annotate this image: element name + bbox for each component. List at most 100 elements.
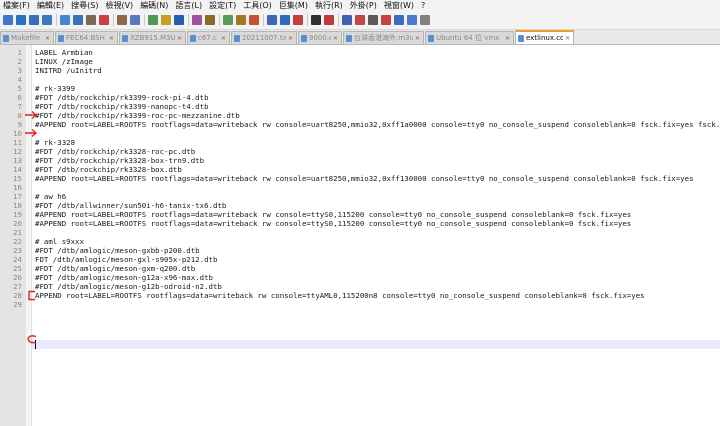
close-icon[interactable]: ✕: [221, 35, 226, 42]
code-line[interactable]: #FDT /dtb/rockchip/rk3328-roc-pc.dtb: [35, 147, 195, 156]
code-line[interactable]: #FDT /dtb/rockchip/rk3328-box-trn9.dtb: [35, 156, 204, 165]
line-number: 23: [13, 246, 22, 255]
menu-item[interactable]: 檔案(F): [0, 0, 34, 11]
toolbar-button[interactable]: [267, 15, 277, 25]
tab[interactable]: FEC64.BSH ✕: [55, 31, 118, 44]
menu-item[interactable]: 外掛(P): [347, 0, 381, 11]
toolbar-button[interactable]: [236, 15, 246, 25]
code-line[interactable]: #APPEND root=LABEL=ROOTFS rootflags=data…: [35, 210, 631, 219]
close-icon[interactable]: ✕: [288, 35, 293, 42]
editor[interactable]: 1 2 3 4 5 6 7 8 9 10 11 12 13 14 15 16 17 18 19 20 21 22 23 24 2…: [0, 45, 720, 426]
tab[interactable]: 20211007.txt ✕: [231, 31, 297, 44]
code-line[interactable]: #APPEND root=LABEL=ROOTFS rootflags=data…: [35, 174, 694, 183]
close-icon[interactable]: ✕: [45, 35, 50, 42]
toolbar-button[interactable]: [60, 15, 70, 25]
toolbar-button[interactable]: [42, 15, 52, 25]
close-icon[interactable]: ✕: [415, 35, 420, 42]
toolbar-button[interactable]: [148, 15, 158, 25]
close-icon[interactable]: ✕: [177, 35, 182, 42]
code-line[interactable]: APPEND root=LABEL=ROOTFS rootflags=data=…: [35, 291, 645, 300]
file-icon: [234, 34, 240, 42]
toolbar-button[interactable]: [86, 15, 96, 25]
menu-item[interactable]: 編輯(E): [34, 0, 68, 11]
toolbar-button[interactable]: [223, 15, 233, 25]
toolbar-button[interactable]: [368, 15, 378, 25]
menu-item[interactable]: 巨集(M): [276, 0, 312, 11]
menu-item[interactable]: 設定(T): [206, 0, 240, 11]
toolbar-button[interactable]: [420, 15, 430, 25]
tab[interactable]: Makefile ✕: [0, 31, 54, 44]
toolbar-button[interactable]: [324, 15, 334, 25]
close-icon[interactable]: ✕: [565, 35, 570, 42]
current-line-highlight: [32, 340, 720, 349]
toolbar-button[interactable]: [381, 15, 391, 25]
code-line[interactable]: # rk-3399: [35, 84, 75, 93]
line-number: 17: [13, 192, 22, 201]
toolbar-button[interactable]: [130, 15, 140, 25]
toolbar-button[interactable]: [342, 15, 352, 25]
code-line[interactable]: #FDT /dtb/amlogic/meson-gxbb-p200.dtb: [35, 246, 200, 255]
toolbar-button[interactable]: [311, 15, 321, 25]
tab[interactable]: XZB915.M3U ✕: [119, 31, 186, 44]
code-line[interactable]: # aml s9xxx: [35, 237, 84, 246]
code-line[interactable]: #FDT /dtb/allwinner/sun50i-h6-tanix-tx6.…: [35, 201, 226, 210]
menu-item[interactable]: 語言(L): [172, 0, 206, 11]
line-number: 5: [17, 84, 22, 93]
toolbar-button[interactable]: [29, 15, 39, 25]
toolbar-button[interactable]: [174, 15, 184, 25]
toolbar-button[interactable]: [117, 15, 127, 25]
line-number: 1: [17, 48, 22, 57]
menu-item[interactable]: 執行(R): [312, 0, 347, 11]
code-line[interactable]: LABEL Armbian: [35, 48, 93, 57]
close-icon[interactable]: ✕: [333, 35, 338, 42]
tab[interactable]: c67.c ✕: [187, 31, 230, 44]
toolbar-button[interactable]: [161, 15, 171, 25]
tab[interactable]: Ubuntu 64 位 vmx ✕: [425, 31, 514, 44]
toolbar-button[interactable]: [3, 15, 13, 25]
tab[interactable]: 9000.c ✕: [298, 31, 342, 44]
toolbar-button[interactable]: [192, 15, 202, 25]
toolbar-button[interactable]: [293, 15, 303, 25]
toolbar-button[interactable]: [205, 15, 215, 25]
code-line[interactable]: INITRD /uInitrd: [35, 66, 102, 75]
code-line[interactable]: #FDT /dtb/rockchip/rk3399-nanopc-t4.dtb: [35, 102, 209, 111]
line-number: 11: [13, 138, 22, 147]
toolbar-button[interactable]: [99, 15, 109, 25]
toolbar-button[interactable]: [16, 15, 26, 25]
code-line[interactable]: #FDT /dtb/rockchip/rk3328-box.dtb: [35, 165, 182, 174]
code-line[interactable]: # aw h6: [35, 192, 66, 201]
code-line[interactable]: #FDT /dtb/rockchip/rk3399-rock-pi-4.dtb: [35, 93, 209, 102]
toolbar-button[interactable]: [280, 15, 290, 25]
tab[interactable]: extlinux.conf✕: [515, 30, 574, 44]
menu-item[interactable]: 編碼(N): [137, 0, 172, 11]
code-line[interactable]: #FDT /dtb/amlogic/meson-gxm-q200.dtb: [35, 264, 195, 273]
line-number: 20: [13, 219, 22, 228]
file-icon: [518, 34, 524, 42]
line-number: 22: [13, 237, 22, 246]
toolbar-separator: [263, 14, 264, 26]
toolbar-button[interactable]: [249, 15, 259, 25]
close-icon[interactable]: ✕: [505, 35, 510, 42]
menu-item[interactable]: 視窗(W): [381, 0, 418, 11]
annotation-bracket-line-24: [28, 290, 35, 301]
menu-item[interactable]: 工具(O): [240, 0, 276, 11]
menu-item[interactable]: ?: [418, 0, 429, 11]
menu-item[interactable]: 搜尋(S): [68, 0, 102, 11]
close-icon[interactable]: ✕: [109, 35, 114, 42]
toolbar-separator: [144, 14, 145, 26]
code-line[interactable]: #FDT /dtb/rockchip/rk3399-roc-pc-mezzani…: [35, 111, 240, 120]
code-line[interactable]: #APPEND root=LABEL=ROOTFS rootflags=data…: [35, 120, 720, 129]
toolbar-separator: [188, 14, 189, 26]
toolbar-button[interactable]: [355, 15, 365, 25]
code-line[interactable]: # rk-3328: [35, 138, 75, 147]
code-line[interactable]: #APPEND root=LABEL=ROOTFS rootflags=data…: [35, 219, 631, 228]
code-line[interactable]: #FDT /dtb/amlogic/meson-g12a-x96-max.dtb: [35, 273, 213, 282]
menu-item[interactable]: 檢視(V): [102, 0, 137, 11]
tab[interactable]: 台灣香港海外.m3u ✕: [343, 31, 424, 44]
toolbar-button[interactable]: [73, 15, 83, 25]
toolbar-button[interactable]: [407, 15, 417, 25]
code-line[interactable]: LINUX /zImage: [35, 57, 93, 66]
toolbar-button[interactable]: [394, 15, 404, 25]
code-line[interactable]: FDT /dtb/amlogic/meson-gxl-s905x-p212.dt…: [35, 255, 217, 264]
code-line[interactable]: #FDT /dtb/amlogic/meson-g12b-odroid-n2.d…: [35, 282, 222, 291]
